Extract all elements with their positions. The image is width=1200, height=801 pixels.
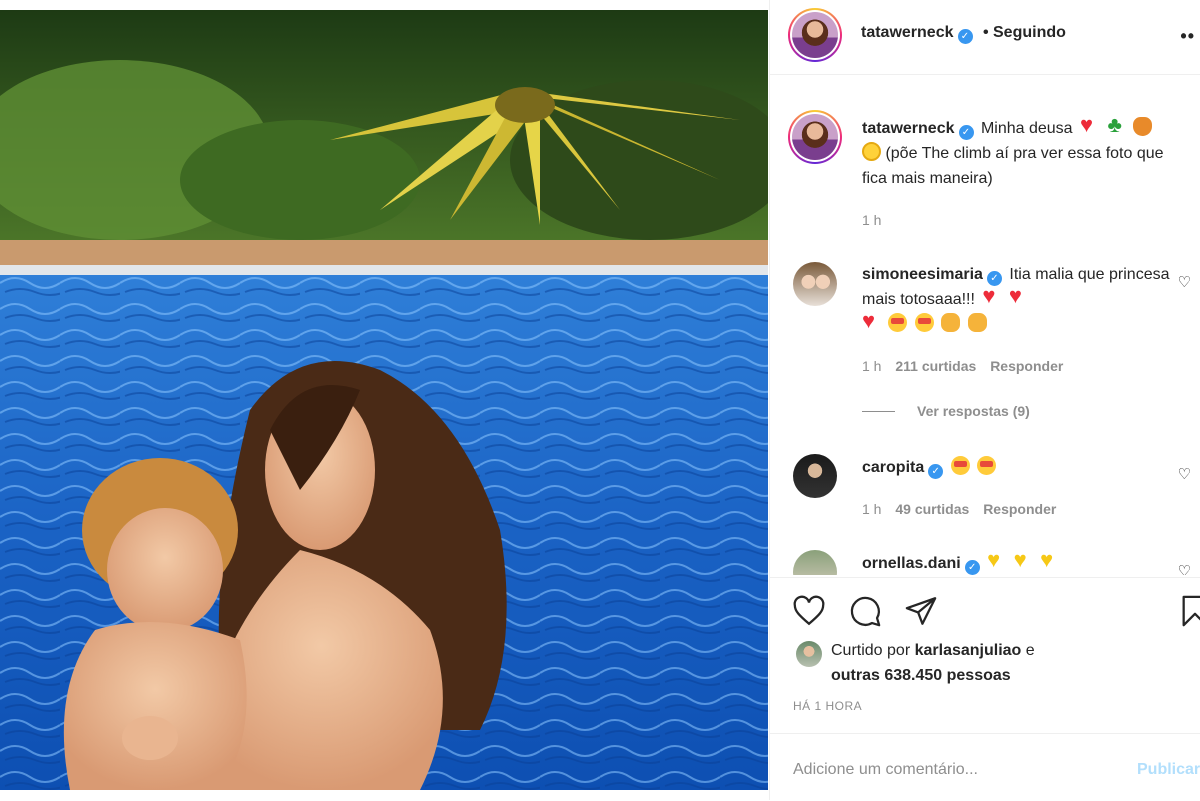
liker-avatar[interactable] xyxy=(796,641,822,667)
comment-composer: Adicione um comentário... Publicar xyxy=(770,733,1200,801)
verified-badge-icon: ✓ xyxy=(928,464,944,479)
pool-photo-illustration xyxy=(0,10,768,790)
butterfly-emoji-icon xyxy=(1132,117,1152,136)
author-username[interactable]: tatawerneck xyxy=(861,24,954,41)
liked-by-others[interactable]: outras 638.450 pessoas xyxy=(831,667,1011,684)
replies-divider xyxy=(862,411,895,412)
star-struck-emoji-icon xyxy=(888,313,908,332)
comment-username[interactable]: ornellas.dani xyxy=(862,555,961,572)
publish-button[interactable]: Publicar xyxy=(1137,761,1200,779)
red-heart-emoji-icon xyxy=(982,283,1001,308)
caption-avatar[interactable] xyxy=(788,110,842,164)
comment-time[interactable]: 1 h xyxy=(862,501,881,517)
author-avatar[interactable] xyxy=(788,8,842,62)
comment-username[interactable]: simoneesimaria xyxy=(862,266,983,283)
yellow-heart-emoji-icon xyxy=(1014,547,1033,572)
comments-list[interactable]: tatawerneck✓ Minha deusa (põe The climb … xyxy=(770,75,1200,575)
liked-by-prefix: Curtido por xyxy=(831,642,911,659)
red-heart-emoji-icon xyxy=(1080,112,1099,137)
clapping-hands-emoji-icon xyxy=(941,313,961,332)
comment-input[interactable]: Adicione um comentário... xyxy=(793,761,978,779)
post-photo[interactable] xyxy=(0,10,768,790)
comment-time[interactable]: 1 h xyxy=(862,358,881,374)
caption-time[interactable]: 1 h xyxy=(862,212,881,228)
comment-avatar[interactable] xyxy=(793,550,837,575)
red-heart-emoji-icon xyxy=(1009,283,1028,308)
comment-username[interactable]: caropita xyxy=(862,459,924,476)
verified-badge-icon: ✓ xyxy=(958,125,974,140)
sun-emoji-icon xyxy=(862,142,881,161)
like-comment-heart-icon[interactable]: ♡ xyxy=(1178,465,1191,483)
yellow-heart-emoji-icon xyxy=(1040,547,1059,572)
verified-badge-icon: ✓ xyxy=(957,29,973,44)
view-replies-button[interactable]: Ver respostas (9) xyxy=(917,403,1030,419)
post-actions: Curtido por karlasanjuliao e outras 638.… xyxy=(770,577,1200,734)
four-leaf-clover-emoji-icon xyxy=(1106,112,1125,137)
comment-avatar[interactable] xyxy=(793,262,837,306)
star-struck-emoji-icon xyxy=(914,313,934,332)
comment-likes[interactable]: 49 curtidas xyxy=(895,501,969,517)
reply-button[interactable]: Responder xyxy=(990,358,1063,374)
star-struck-emoji-icon xyxy=(977,456,997,475)
clapping-hands-emoji-icon xyxy=(967,313,987,332)
star-struck-emoji-icon xyxy=(950,456,970,475)
more-options-icon[interactable]: •• xyxy=(1180,26,1195,47)
yellow-heart-emoji-icon xyxy=(987,547,1006,572)
caption-username[interactable]: tatawerneck xyxy=(862,120,955,137)
caption-text-a: Minha deusa xyxy=(980,120,1073,137)
like-comment-heart-icon[interactable]: ♡ xyxy=(1178,273,1191,291)
following-status[interactable]: • Seguindo xyxy=(983,24,1066,41)
liked-by-summary: Curtido por karlasanjuliao e outras 638.… xyxy=(831,638,1035,688)
comment-avatar[interactable] xyxy=(793,454,837,498)
comment-bubble-icon[interactable] xyxy=(848,594,882,628)
like-heart-icon[interactable] xyxy=(792,594,826,628)
like-comment-heart-icon[interactable]: ♡ xyxy=(1178,562,1191,575)
red-heart-emoji-icon xyxy=(862,308,881,333)
post-header: tatawerneck ✓ • Seguindo •• xyxy=(770,0,1200,75)
liked-by-suffix: e xyxy=(1025,642,1035,659)
share-send-icon[interactable] xyxy=(904,594,938,628)
caption-text-b: (põe The climb aí pra ver essa foto que … xyxy=(862,145,1164,187)
verified-badge-icon: ✓ xyxy=(964,560,980,575)
save-bookmark-icon[interactable] xyxy=(1178,594,1200,628)
reply-button[interactable]: Responder xyxy=(983,501,1056,517)
liked-by-user[interactable]: karlasanjuliao xyxy=(915,642,1022,659)
post-timestamp[interactable]: HÁ 1 HORA xyxy=(793,699,862,713)
comment-likes[interactable]: 211 curtidas xyxy=(895,358,976,374)
post-sidebar: tatawerneck ✓ • Seguindo •• tatawerneck ✓ … xyxy=(769,0,1200,800)
